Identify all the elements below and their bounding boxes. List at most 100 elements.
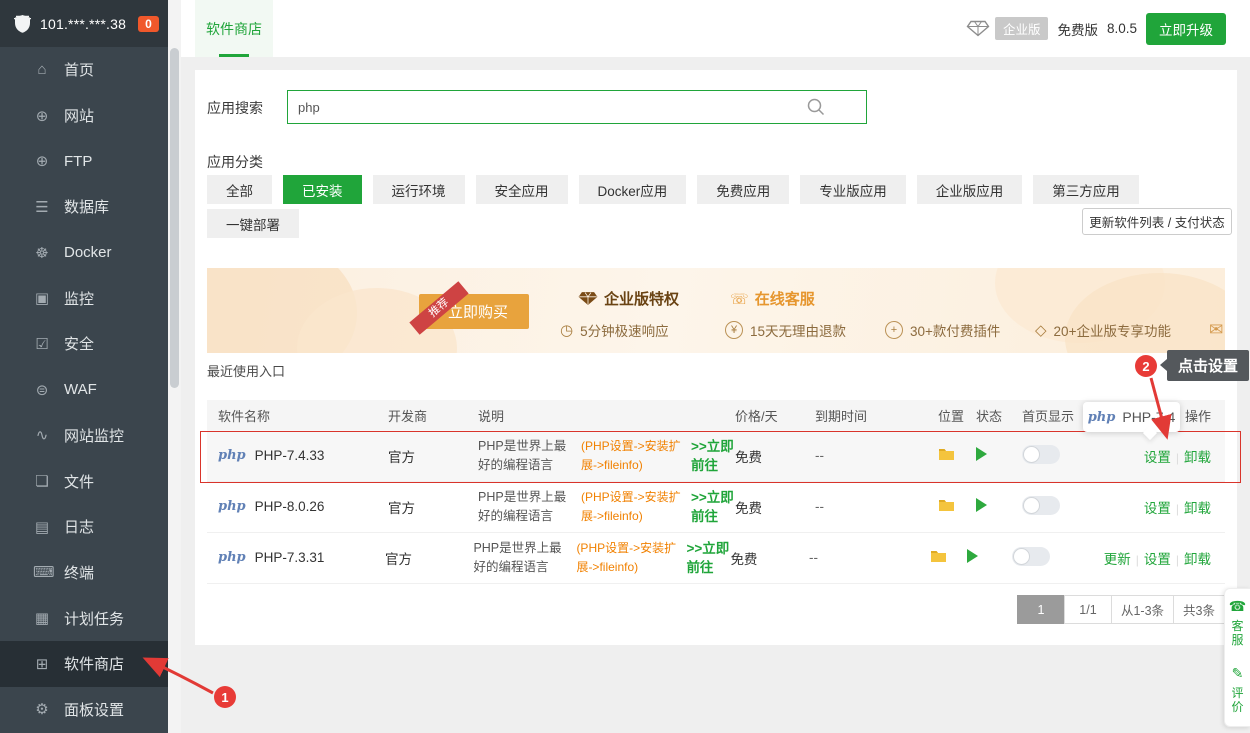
home-display-toggle[interactable]	[1022, 445, 1060, 464]
enterprise-badge: 企业版	[995, 17, 1049, 40]
database-icon: ☰	[33, 198, 51, 216]
settings-link[interactable]: 设置	[1144, 552, 1171, 567]
customer-service-label[interactable]: 客服	[1231, 619, 1244, 647]
service-running-icon[interactable]	[976, 498, 987, 512]
sidebar-item-security[interactable]: ☑安全	[0, 321, 168, 367]
desc-text: PHP是世界上最好的编程语言	[478, 488, 574, 526]
bt-logo-icon	[13, 13, 32, 34]
sidebar-item-panel-settings[interactable]: ⚙面板设置	[0, 687, 168, 733]
category-installed[interactable]: 已安装	[283, 175, 362, 204]
col-name: 软件名称	[207, 406, 388, 425]
location-folder-icon[interactable]	[938, 498, 976, 515]
sidebar-item-database[interactable]: ☰数据库	[0, 184, 168, 230]
terminal-icon: ⌨	[33, 563, 51, 581]
app-store-card: 应用搜索 应用分类 全部 已安装 运行环境 安全应用 Docker应用 免费应用…	[195, 70, 1237, 645]
main-content: 软件商店 企业版 免费版 8.0.5 立即升级 应用搜索 应用分类 全部 已安装…	[181, 0, 1250, 733]
uninstall-link[interactable]: 卸载	[1184, 450, 1211, 465]
category-enterprise-apps[interactable]: 企业版应用	[917, 175, 1023, 204]
category-one-click-deploy[interactable]: 一键部署	[207, 209, 299, 238]
website-icon: ⊕	[33, 107, 51, 125]
table-row-php-7331: phpPHP-7.3.31 官方 PHP是世界上最好的编程语言 (PHP设置->…	[207, 532, 1225, 584]
sidebar-item-logs[interactable]: ▤日志	[0, 504, 168, 550]
sidebar-scrollbar[interactable]	[168, 0, 181, 733]
price: 免费	[735, 446, 815, 466]
review-icon[interactable]: ✎	[1232, 665, 1244, 682]
feature-response: ◷5分钟极速响应	[560, 320, 669, 340]
tab-app-store[interactable]: 软件商店	[195, 0, 273, 57]
sidebar-item-home[interactable]: ⌂首页	[0, 47, 168, 93]
sidebar-item-files[interactable]: ❏文件	[0, 458, 168, 504]
search-input[interactable]	[287, 90, 867, 124]
settings-link[interactable]: 设置	[1144, 450, 1171, 465]
col-location: 位置	[938, 406, 976, 425]
col-price: 价格/天	[735, 406, 815, 425]
review-label[interactable]: 评价	[1231, 686, 1244, 714]
app-name: PHP-8.0.26	[255, 499, 325, 514]
php-icon: php	[218, 499, 246, 514]
home-display-toggle[interactable]	[1022, 496, 1060, 515]
service-running-icon[interactable]	[976, 447, 987, 461]
current-edition-label: 免费版	[1057, 19, 1098, 39]
location-folder-icon[interactable]	[938, 447, 976, 464]
category-thirdparty-apps[interactable]: 第三方应用	[1033, 175, 1139, 204]
sidebar-item-app-store[interactable]: ⊞软件商店	[0, 641, 168, 687]
online-service-title[interactable]: ☏ 在线客服	[730, 288, 815, 309]
scrollbar-thumb[interactable]	[170, 48, 179, 388]
ftp-icon: ⊕	[33, 152, 51, 170]
sidebar-item-site-monitor[interactable]: ∿网站监控	[0, 413, 168, 459]
message-count-badge[interactable]: 0	[138, 16, 159, 32]
category-free-apps[interactable]: 免费应用	[697, 175, 789, 204]
location-folder-icon[interactable]	[930, 549, 967, 566]
customer-service-icon[interactable]: ☎	[1229, 598, 1246, 615]
topbar: 软件商店 企业版 免费版 8.0.5 立即升级	[181, 0, 1250, 57]
php-version-tooltip: php PHP-7.4	[1083, 402, 1180, 432]
home-icon: ⌂	[33, 61, 51, 78]
sidebar-item-ftp[interactable]: ⊕FTP	[0, 138, 168, 184]
page-1-button[interactable]: 1	[1017, 595, 1065, 624]
sidebar-item-terminal[interactable]: ⌨终端	[0, 550, 168, 596]
category-security-apps[interactable]: 安全应用	[476, 175, 568, 204]
price: 免费	[735, 497, 815, 517]
vendor: 官方	[385, 548, 473, 568]
desc-go-link[interactable]: >>立即前往	[691, 488, 735, 526]
refund-icon: ¥	[725, 321, 743, 339]
feature-refund: ¥15天无理由退款	[725, 320, 846, 340]
service-running-icon[interactable]	[967, 549, 978, 563]
sidebar-item-docker[interactable]: ☸Docker	[0, 230, 168, 276]
category-all[interactable]: 全部	[207, 175, 272, 204]
clock-icon: ◷	[560, 321, 573, 339]
update-link[interactable]: 更新	[1104, 552, 1131, 567]
search-icon[interactable]	[807, 98, 825, 121]
page-of-indicator[interactable]: 1/1	[1064, 595, 1112, 624]
uninstall-link[interactable]: 卸载	[1184, 552, 1211, 567]
desc-go-link[interactable]: >>立即前往	[691, 437, 735, 475]
sidebar-item-waf[interactable]: ⊜WAF	[0, 367, 168, 413]
edition-area: 企业版 免费版 8.0.5 立即升级	[966, 0, 1226, 57]
desc-hint: (PHP设置->安装扩展->fileinfo)	[581, 437, 691, 475]
folder-icon: ❏	[33, 472, 51, 490]
category-runtime[interactable]: 运行环境	[373, 175, 465, 204]
settings-link[interactable]: 设置	[1144, 501, 1171, 516]
sidebar-item-website[interactable]: ⊕网站	[0, 93, 168, 139]
shield-icon: ☑	[33, 335, 51, 353]
app-name: PHP-7.4.33	[255, 448, 325, 463]
update-list-button[interactable]: 更新软件列表 / 支付状态	[1082, 208, 1232, 235]
upgrade-button[interactable]: 立即升级	[1146, 13, 1226, 45]
gear-icon: ⚙	[33, 700, 51, 718]
sidebar-item-monitor[interactable]: ▣监控	[0, 275, 168, 321]
sidebar-item-cron[interactable]: ▦计划任务	[0, 595, 168, 641]
mail-icon[interactable]: ✉	[1209, 320, 1223, 340]
search-label: 应用搜索	[207, 98, 263, 118]
php-icon: php	[1088, 410, 1116, 425]
desc-hint: (PHP设置->安装扩展->fileinfo)	[581, 488, 691, 526]
recent-entry-label: 最近使用入口	[207, 361, 285, 380]
vip-diamond-icon: ◇	[1035, 321, 1047, 339]
expire: --	[809, 550, 930, 565]
category-docker-apps[interactable]: Docker应用	[579, 175, 687, 204]
uninstall-link[interactable]: 卸载	[1184, 501, 1211, 516]
app-name: PHP-7.3.31	[255, 550, 325, 565]
home-display-toggle[interactable]	[1012, 547, 1050, 566]
category-pro-apps[interactable]: 专业版应用	[800, 175, 906, 204]
calendar-icon: ▦	[33, 609, 51, 627]
desc-go-link[interactable]: >>立即前往	[686, 539, 730, 577]
